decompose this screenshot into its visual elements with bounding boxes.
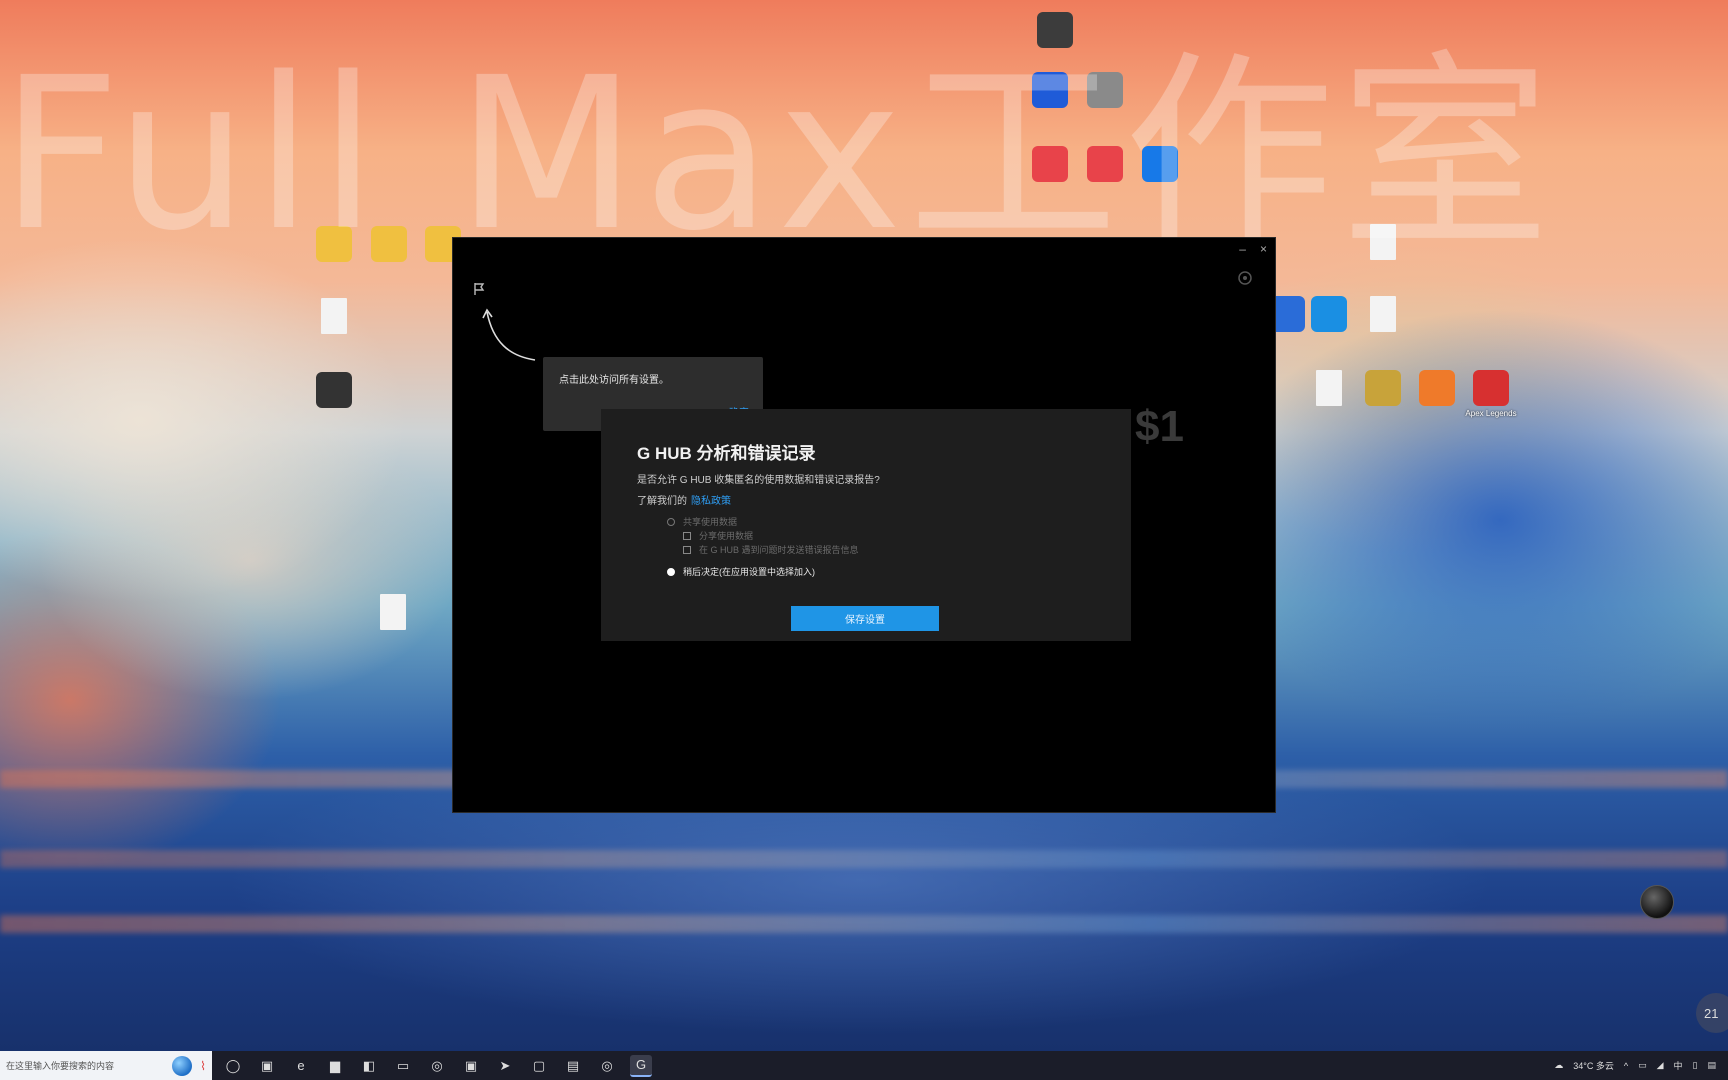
- clock-bubble: 21: [1696, 993, 1728, 1033]
- usage-data-checkbox-row[interactable]: 分享使用数据: [683, 529, 753, 542]
- widgets-icon[interactable]: ▣: [256, 1055, 278, 1077]
- taskbar: 在这里输入你要搜索的内容 ⌇ ◯ ▣ e ▆ ◧ ▭ ◎ ▣ ➤ ▢ ▤ ◎ G ☁ 34°C 多云 ^…: [0, 1051, 1728, 1080]
- chart-icon: ⌇: [200, 1058, 206, 1073]
- error-report-checkbox[interactable]: [683, 545, 691, 554]
- weather-icon[interactable]: ☁: [1554, 1060, 1563, 1071]
- document-icon: [1370, 296, 1396, 332]
- tray-battery-icon[interactable]: ▯: [1693, 1060, 1698, 1071]
- task-view-icon[interactable]: ◯: [222, 1055, 244, 1077]
- usage-data-checkbox[interactable]: [683, 531, 691, 540]
- app-dark-icon: [316, 372, 352, 408]
- privacy-line: 了解我们的 隐私政策: [637, 492, 731, 507]
- desktop-icon[interactable]: [366, 594, 420, 660]
- tooltip-message: 点击此处访问所有设置。: [559, 375, 669, 386]
- app-red-icon[interactable]: ▣: [460, 1055, 482, 1077]
- desktop-icon[interactable]: [1356, 370, 1410, 436]
- tray-volume-icon[interactable]: ◢: [1657, 1060, 1664, 1071]
- ghub-window[interactable]: – × $1 点击此处访问所有设置。 确定 G HUB 分析和错误记录 是否允许…: [452, 237, 1276, 813]
- privacy-policy-link[interactable]: 隐私政策: [691, 496, 731, 507]
- usage-data-label: 分享使用数据: [699, 531, 754, 541]
- window-controls: – ×: [1239, 242, 1267, 256]
- camera-icon[interactable]: ▢: [528, 1055, 550, 1077]
- wallpaper-wave: [0, 915, 1728, 933]
- minimize-button[interactable]: –: [1239, 242, 1246, 256]
- dialog-title: G HUB 分析和错误记录: [637, 444, 816, 463]
- analytics-dialog: G HUB 分析和错误记录 是否允许 G HUB 收集匿名的使用数据和错误记录报…: [601, 409, 1131, 641]
- tray-ime-icon[interactable]: 中: [1674, 1059, 1683, 1072]
- file-explorer-icon[interactable]: ▆: [324, 1055, 346, 1077]
- mail-icon[interactable]: ▭: [392, 1055, 414, 1077]
- error-report-label: 在 G HUB 遇到问题时发送错误报告信息: [699, 545, 859, 555]
- error-report-checkbox-row[interactable]: 在 G HUB 遇到问题时发送错误报告信息: [683, 543, 859, 556]
- search-placeholder: 在这里输入你要搜索的内容: [6, 1061, 115, 1071]
- watermark-text: Full Max工作室: [0, 40, 1556, 270]
- pointer-arrow-icon: [482, 308, 536, 361]
- document-icon: [1316, 370, 1342, 406]
- docs-icon[interactable]: ▤: [562, 1055, 584, 1077]
- close-button[interactable]: ×: [1260, 242, 1267, 256]
- taskbar-search[interactable]: 在这里输入你要搜索的内容 ⌇: [0, 1051, 212, 1080]
- chevron-up-icon[interactable]: ^: [1624, 1061, 1628, 1071]
- desktop-icon[interactable]: [1356, 296, 1410, 362]
- send-icon[interactable]: ➤: [494, 1055, 516, 1077]
- desktop-icon-label: Apex Legends: [1465, 409, 1517, 418]
- app-m-icon: [1311, 296, 1347, 332]
- document-icon: [380, 594, 406, 630]
- system-tray: ☁ 34°C 多云 ^ ▭ ◢ 中 ▯ ▤: [1554, 1059, 1728, 1072]
- map-pin-icon: [1419, 370, 1455, 406]
- tray-network-icon[interactable]: ▭: [1638, 1060, 1647, 1071]
- qq-icon[interactable]: ◎: [426, 1055, 448, 1077]
- background-price-text: $1: [1135, 402, 1184, 451]
- decide-later-radio[interactable]: [667, 567, 675, 576]
- browser-icon[interactable]: ◎: [596, 1055, 618, 1077]
- desktop-icon[interactable]: [1302, 370, 1356, 436]
- store-icon[interactable]: ◧: [358, 1055, 380, 1077]
- weather-text[interactable]: 34°C 多云: [1573, 1059, 1614, 1072]
- desktop-icon[interactable]: [307, 372, 361, 438]
- desktop-icon[interactable]: [1302, 296, 1356, 362]
- wallpaper-wave: [0, 850, 1728, 868]
- flag-icon[interactable]: [473, 282, 487, 301]
- apex-icon: [1473, 370, 1509, 406]
- save-settings-button[interactable]: 保存设置: [791, 606, 939, 631]
- ghub-icon[interactable]: G: [630, 1054, 652, 1077]
- share-data-label: 共享使用数据: [683, 517, 738, 527]
- desktop-icon[interactable]: [1410, 370, 1464, 436]
- globe-icon: [172, 1055, 193, 1076]
- settings-icon[interactable]: [1237, 270, 1253, 291]
- dialog-description: 是否允许 G HUB 收集匿名的使用数据和错误记录报告?: [637, 475, 880, 486]
- share-data-radio[interactable]: [667, 517, 675, 526]
- desktop-icon[interactable]: [307, 298, 361, 364]
- share-data-option[interactable]: 共享使用数据: [667, 515, 737, 528]
- floating-assistant-icon[interactable]: [1640, 885, 1674, 919]
- privacy-prefix: 了解我们的: [637, 496, 687, 507]
- edge-icon[interactable]: e: [290, 1055, 312, 1077]
- taskbar-apps: ◯ ▣ e ▆ ◧ ▭ ◎ ▣ ➤ ▢ ▤ ◎ G: [222, 1054, 652, 1077]
- document-icon: [321, 298, 347, 334]
- decide-later-label: 稍后决定(在应用设置中选择加入): [683, 567, 815, 577]
- game-icon: [1365, 370, 1401, 406]
- notification-icon[interactable]: ▤: [1707, 1060, 1716, 1071]
- desktop-icon[interactable]: Apex Legends: [1464, 370, 1518, 436]
- decide-later-option[interactable]: 稍后决定(在应用设置中选择加入): [667, 565, 815, 578]
